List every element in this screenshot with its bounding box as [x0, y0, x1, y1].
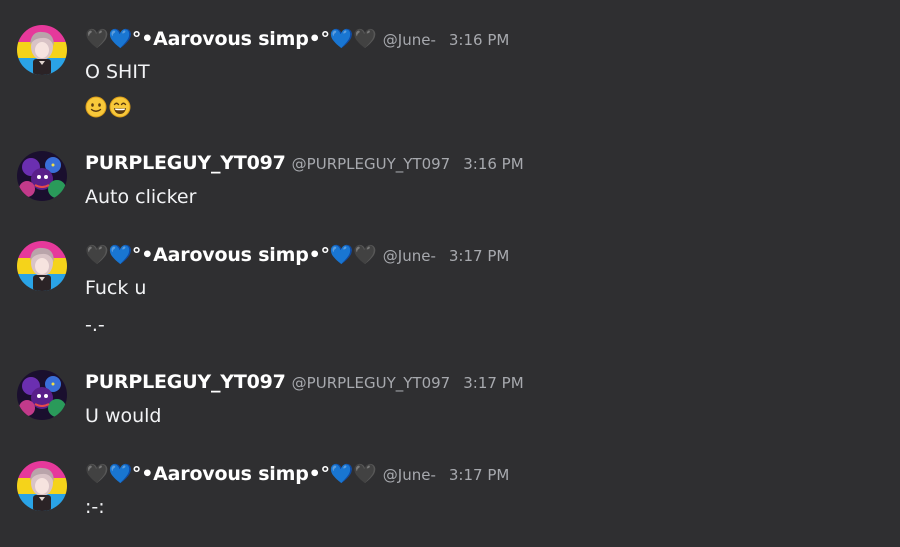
message-header: 🖤💙°•Aarovous simp•°💙🖤 @June- 3:17 PM: [85, 462, 509, 485]
timestamp: 3:17 PM: [463, 374, 524, 392]
avatar-purpleguy[interactable]: [17, 151, 67, 201]
avatar-aarovous[interactable]: [17, 461, 67, 511]
message-text: Auto clicker: [85, 186, 197, 208]
username[interactable]: 🖤💙°•Aarovous simp•°💙🖤: [85, 243, 377, 266]
message-text: :-:: [85, 496, 105, 518]
message-text: U would: [85, 405, 162, 427]
message-text: Fuck u: [85, 277, 147, 299]
user-handle: @PURPLEGUY_YT097: [291, 155, 451, 173]
timestamp: 3:16 PM: [448, 31, 510, 49]
timestamp: 3:16 PM: [463, 155, 524, 173]
timestamp: 3:17 PM: [448, 247, 510, 265]
message-text: O SHIT: [85, 61, 150, 83]
user-handle: @PURPLEGUY_YT097: [291, 374, 451, 392]
username[interactable]: 🖤💙°•Aarovous simp•°💙🖤: [85, 27, 377, 50]
message-header: PURPLEGUY_YT097 @PURPLEGUY_YT097 3:16 PM: [85, 152, 524, 174]
user-handle: @June-: [382, 31, 436, 49]
slightly-smiling-face-icon: [85, 96, 107, 118]
message-header: 🖤💙°•Aarovous simp•°💙🖤 @June- 3:17 PM: [85, 243, 509, 266]
avatar-aarovous[interactable]: [17, 241, 67, 291]
emoji-row: [85, 96, 131, 118]
username[interactable]: 🖤💙°•Aarovous simp•°💙🖤: [85, 462, 377, 485]
avatar-purpleguy[interactable]: [17, 370, 67, 420]
avatar-aarovous[interactable]: [17, 25, 67, 75]
grinning-face-icon: [109, 96, 131, 118]
message-text: -.-: [85, 314, 105, 336]
message-header: PURPLEGUY_YT097 @PURPLEGUY_YT097 3:17 PM: [85, 371, 524, 393]
username[interactable]: PURPLEGUY_YT097: [85, 371, 286, 393]
user-handle: @June-: [382, 466, 436, 484]
message-header: 🖤💙°•Aarovous simp•°💙🖤 @June- 3:16 PM: [85, 27, 509, 50]
user-handle: @June-: [382, 247, 436, 265]
username[interactable]: PURPLEGUY_YT097: [85, 152, 286, 174]
timestamp: 3:17 PM: [448, 466, 510, 484]
